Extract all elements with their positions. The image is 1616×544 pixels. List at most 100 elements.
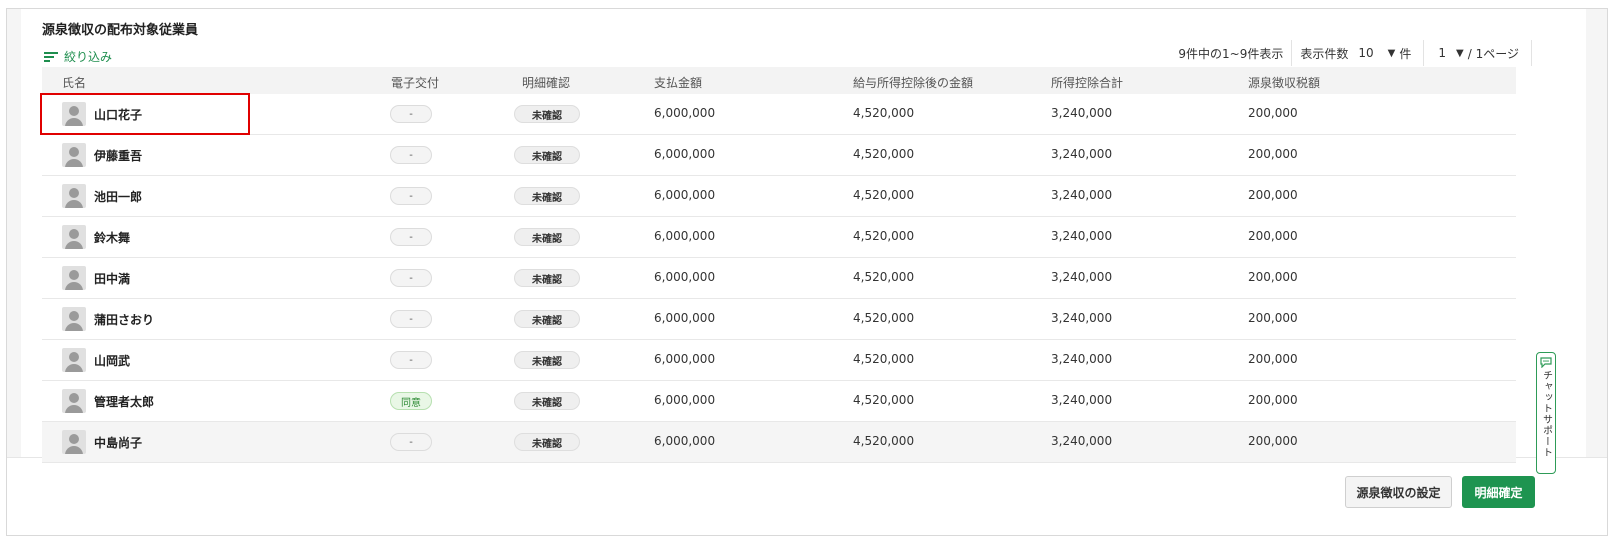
payment-amount: 6,000,000 [654, 311, 716, 325]
column-header-confirm[interactable]: 明細確認 [522, 74, 570, 91]
table-body: 山口花子 - 未確認 6,000,000 4,520,000 3,240,000 200,0… [42, 94, 1516, 463]
deduction-total-amount: 3,240,000 [1051, 106, 1113, 120]
person-icon [62, 389, 86, 413]
withholding-amount: 200,000 [1248, 393, 1298, 407]
payment-amount: 6,000,000 [654, 434, 716, 448]
withholding-amount: 200,000 [1248, 352, 1298, 366]
deduction-total-amount: 3,240,000 [1051, 311, 1113, 325]
column-header-deduction-total[interactable]: 所得控除合計 [1051, 74, 1123, 91]
table-row[interactable]: 田中満 - 未確認 6,000,000 4,520,000 3,240,000 200,00… [42, 258, 1516, 299]
employee-name[interactable]: 田中満 [94, 270, 130, 287]
deduction-total-amount: 3,240,000 [1051, 229, 1113, 243]
person-icon [62, 225, 86, 249]
triangle-down-icon[interactable]: ▼ [1456, 48, 1468, 59]
pager-divider [1531, 40, 1532, 66]
payment-amount: 6,000,000 [654, 270, 716, 284]
withholding-amount: 200,000 [1248, 188, 1298, 202]
employee-name[interactable]: 鈴木舞 [94, 229, 130, 246]
confirm-status-badge: 未確認 [514, 105, 580, 123]
confirm-status-badge: 未確認 [514, 146, 580, 164]
withholding-settings-button[interactable]: 源泉徴収の設定 [1345, 476, 1452, 508]
confirm-status-badge: 未確認 [514, 351, 580, 369]
per-page-unit: 件 [1399, 46, 1412, 61]
withholding-amount: 200,000 [1248, 270, 1298, 284]
person-icon [62, 143, 86, 167]
employee-name[interactable]: 池田一郎 [94, 188, 142, 205]
deduction-total-amount: 3,240,000 [1051, 434, 1113, 448]
after-deduction-amount: 4,520,000 [853, 106, 915, 120]
after-deduction-amount: 4,520,000 [853, 188, 915, 202]
table-row[interactable]: 池田一郎 - 未確認 6,000,000 4,520,000 3,240,000 200,0… [42, 176, 1516, 217]
table-header: 氏名 電子交付 明細確認 支払金額 給与所得控除後の金額 所得控除合計 源泉徴収… [42, 67, 1516, 94]
page-total: / 1ページ [1467, 46, 1519, 61]
table-row[interactable]: 伊藤重吾 - 未確認 6,000,000 4,520,000 3,240,000 200,0… [42, 135, 1516, 176]
column-header-payment[interactable]: 支払金額 [654, 74, 702, 91]
deduction-total-amount: 3,240,000 [1051, 270, 1113, 284]
deduction-total-amount: 3,240,000 [1051, 352, 1113, 366]
table-row[interactable]: 山岡武 - 未確認 6,000,000 4,520,000 3,240,000 200,00… [42, 340, 1516, 381]
confirm-status-badge: 未確認 [514, 392, 580, 410]
e-delivery-badge: 同意 [390, 392, 432, 410]
table-row[interactable]: 蒲田さおり - 未確認 6,000,000 4,520,000 3,240,000 200,… [42, 299, 1516, 340]
after-deduction-amount: 4,520,000 [853, 229, 915, 243]
confirm-status-badge: 未確認 [514, 187, 580, 205]
confirm-status-badge: 未確認 [514, 228, 580, 246]
e-delivery-badge: - [390, 351, 432, 369]
payment-amount: 6,000,000 [654, 147, 716, 161]
deduction-total-amount: 3,240,000 [1051, 147, 1113, 161]
filter-label: 絞り込み [64, 50, 113, 64]
filter-button[interactable]: 絞り込み [44, 48, 112, 65]
person-icon [62, 430, 86, 454]
after-deduction-amount: 4,520,000 [853, 147, 915, 161]
triangle-down-icon[interactable]: ▼ [1388, 48, 1400, 59]
withholding-amount: 200,000 [1248, 311, 1298, 325]
withholding-amount: 200,000 [1248, 106, 1298, 120]
deduction-total-amount: 3,240,000 [1051, 188, 1113, 202]
pagination: 9件中の1~9件表示 表示件数 10 ▼ 件 1 ▼ / 1ページ [1178, 40, 1532, 66]
employee-name[interactable]: 伊藤重吾 [94, 147, 142, 164]
e-delivery-badge: - [390, 146, 432, 164]
employee-name[interactable]: 蒲田さおり [94, 311, 154, 328]
confirm-status-badge: 未確認 [514, 310, 580, 328]
e-delivery-badge: - [390, 228, 432, 246]
chat-support-label: チャットサポート [1540, 370, 1552, 458]
column-header-after-deduction[interactable]: 給与所得控除後の金額 [853, 74, 973, 91]
employee-table: 氏名 電子交付 明細確認 支払金額 給与所得控除後の金額 所得控除合計 源泉徴収… [42, 67, 1516, 463]
table-row[interactable]: 管理者太郎 同意 未確認 6,000,000 4,520,000 3,240,000 200… [42, 381, 1516, 422]
payment-amount: 6,000,000 [654, 393, 716, 407]
table-row[interactable]: 中島尚子 - 未確認 6,000,000 4,520,000 3,240,000 200,0… [42, 422, 1516, 463]
person-icon [62, 266, 86, 290]
e-delivery-badge: - [390, 269, 432, 287]
person-icon [62, 307, 86, 331]
employee-name[interactable]: 中島尚子 [94, 434, 142, 451]
after-deduction-amount: 4,520,000 [853, 270, 915, 284]
table-row[interactable]: 鈴木舞 - 未確認 6,000,000 4,520,000 3,240,000 200,00… [42, 217, 1516, 258]
e-delivery-badge: - [390, 310, 432, 328]
after-deduction-amount: 4,520,000 [853, 352, 915, 366]
filter-lines-icon [44, 51, 58, 62]
payment-amount: 6,000,000 [654, 188, 716, 202]
payment-amount: 6,000,000 [654, 229, 716, 243]
withholding-amount: 200,000 [1248, 434, 1298, 448]
per-page-select[interactable]: 10 [1358, 46, 1387, 60]
chat-support-button[interactable]: チャットサポート [1536, 352, 1556, 474]
confirm-status-badge: 未確認 [514, 433, 580, 451]
payment-amount: 6,000,000 [654, 352, 716, 366]
person-icon [62, 348, 86, 372]
page-select[interactable]: 1 [1424, 46, 1456, 60]
after-deduction-amount: 4,520,000 [853, 393, 915, 407]
right-gutter [1586, 9, 1607, 457]
column-header-name[interactable]: 氏名 [62, 74, 86, 91]
withholding-amount: 200,000 [1248, 147, 1298, 161]
confirm-statement-button[interactable]: 明細確定 [1462, 476, 1535, 508]
column-header-e-delivery[interactable]: 電子交付 [391, 74, 439, 91]
e-delivery-badge: - [390, 433, 432, 451]
employee-name[interactable]: 山岡武 [94, 352, 130, 369]
person-icon [62, 184, 86, 208]
column-header-withholding[interactable]: 源泉徴収税額 [1248, 74, 1320, 91]
table-row[interactable]: 山口花子 - 未確認 6,000,000 4,520,000 3,240,000 200,0… [42, 94, 1516, 135]
payment-amount: 6,000,000 [654, 106, 716, 120]
speech-bubble-icon [1540, 357, 1552, 368]
per-page-label: 表示件数 [1300, 46, 1349, 61]
employee-name[interactable]: 管理者太郎 [94, 393, 154, 410]
